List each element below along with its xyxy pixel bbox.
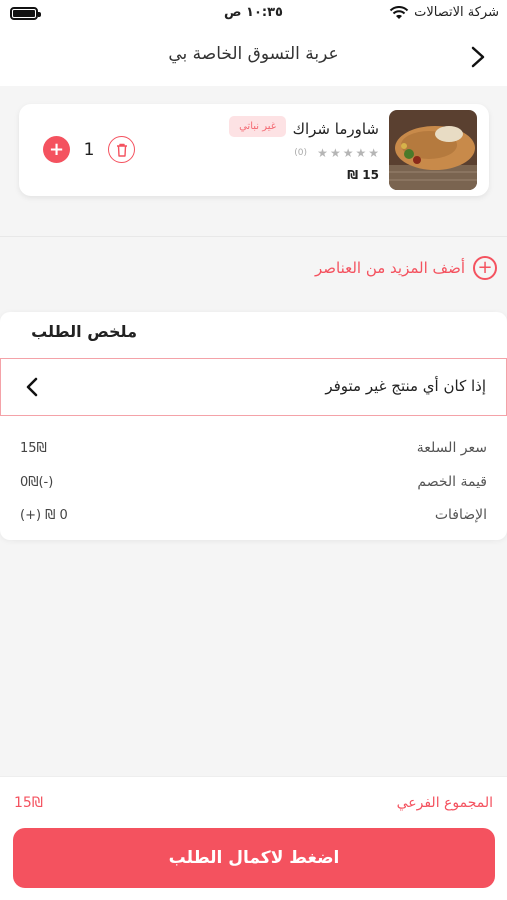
trash-icon (116, 143, 127, 157)
checkout-bar: المجموع الفرعي 15₪ اضغط لاكمال الطلب (0, 776, 507, 900)
rating-stars: ★ ★ ★ ★ ★ (317, 146, 379, 160)
chevron-left-icon (26, 377, 38, 397)
delete-item-button[interactable] (108, 136, 135, 163)
cart-item-card: شاورما شراك غير نباتي ★ ★ ★ ★ ★ (0) 15 ₪… (19, 104, 489, 196)
discount-label: قيمة الخصم (417, 474, 487, 490)
food-image (389, 110, 477, 190)
item-price: 15 ₪ (347, 168, 379, 182)
non-veg-badge: غير نباتي (229, 116, 286, 137)
subtotal-label: المجموع الفرعي (396, 795, 493, 811)
page-title: عربة التسوق الخاصة بي (168, 44, 339, 64)
increase-quantity-button[interactable]: + (43, 136, 70, 163)
star-icon: ★ (342, 146, 354, 160)
unavailable-option-row[interactable]: إذا كان أي منتج غير متوفر (0, 358, 507, 416)
star-icon: ★ (368, 146, 379, 160)
item-name: شاورما شراك (292, 120, 379, 138)
plus-icon: + (48, 139, 65, 160)
item-price-value: 15₪ (20, 441, 47, 456)
item-price-label: سعر السلعة (416, 440, 487, 456)
star-icon: ★ (317, 146, 328, 160)
addons-label: الإضافات (434, 507, 487, 523)
add-more-label: أضف المزيد من العناصر (314, 259, 465, 277)
complete-order-button[interactable]: اضغط لاكمال الطلب (13, 828, 495, 888)
divider (0, 236, 507, 237)
addons-value: 0 ₪ (+) (20, 508, 68, 523)
header: عربة التسوق الخاصة بي (0, 28, 507, 86)
chevron-right-icon (471, 46, 485, 68)
summary-title: ملخص الطلب (31, 322, 137, 341)
back-button[interactable] (463, 42, 493, 72)
plus-circle-icon: + (473, 256, 497, 280)
quantity-value: 1 (83, 139, 95, 160)
status-time: ١٠:٣٥ ص (224, 5, 283, 20)
discount-value: (-)0₪ (20, 475, 54, 490)
add-more-items-button[interactable]: + أضف المزيد من العناصر (315, 256, 497, 280)
status-bar: شركة الاتصالات ١٠:٣٥ ص (0, 0, 507, 28)
quantity-controls: + 1 (43, 136, 135, 163)
star-icon: ★ (355, 146, 367, 160)
battery-icon (10, 7, 41, 20)
subtotal-value: 15₪ (14, 795, 43, 811)
star-icon: ★ (329, 146, 341, 160)
rating-count: (0) (294, 148, 307, 158)
order-summary: ملخص الطلب إذا كان أي منتج غير متوفر سعر… (0, 312, 507, 540)
unavailable-label: إذا كان أي منتج غير متوفر (325, 377, 486, 395)
